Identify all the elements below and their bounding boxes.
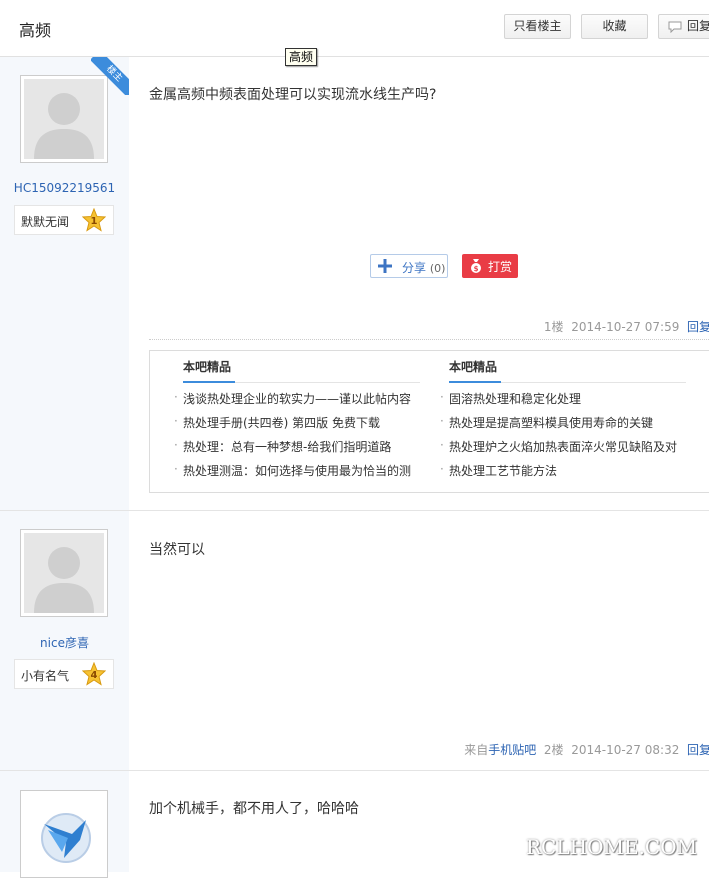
share-button[interactable]: 分享 (0) (370, 254, 448, 278)
plus-icon (378, 259, 392, 273)
title-tooltip: 高频 (285, 48, 318, 66)
featured-heading: 本吧精品 (183, 360, 232, 374)
post-content: 当然可以 (149, 542, 205, 558)
reply-link[interactable]: 回复 (687, 320, 709, 334)
heading-underline (449, 381, 501, 383)
featured-heading: 本吧精品 (449, 360, 498, 374)
reply-link[interactable]: 回复 (687, 743, 709, 757)
thread-title: 高频 (19, 21, 52, 40)
avatar[interactable] (20, 529, 108, 617)
thread-header: 高频 只看楼主 收藏 回复 (0, 0, 709, 57)
default-avatar-icon (24, 533, 104, 613)
level-star-icon: 1 (82, 208, 106, 232)
divider (149, 339, 709, 340)
floor-number: 1楼 (543, 320, 564, 334)
reward-button[interactable]: $ 打赏 (462, 254, 518, 278)
op-badge-label: 楼主 (91, 57, 129, 95)
post-meta-2: 来自手机贴吧 2楼 2014-10-27 08:32 回复 (464, 741, 709, 758)
share-label: 分享 (402, 261, 427, 275)
author-sidebar: HC15092219561 默默无闻 1 (0, 57, 129, 510)
post-content: 加个机械手，都不用人了，哈哈哈 (149, 801, 359, 817)
featured-item[interactable]: 浅谈热处理企业的软实力——谨以此帖内容 (174, 390, 411, 407)
level-name: 默默无闻 (21, 215, 70, 229)
author-sidebar (0, 771, 129, 878)
author-sidebar: nice彦喜 小有名气 4 (0, 511, 129, 770)
featured-item[interactable]: 热处理炉之火焰加热表面淬火常见缺陷及对 (440, 438, 677, 455)
level-name: 小有名气 (21, 669, 70, 683)
post-meta-1: 1楼 2014-10-27 07:59 回复 (544, 318, 709, 335)
share-count: (0) (429, 262, 446, 275)
post-time: 2014-10-27 08:32 (571, 743, 680, 757)
featured-posts-box: 本吧精品 浅谈热处理企业的软实力——谨以此帖内容 热处理手册(共四卷) 第四版 … (149, 350, 709, 493)
op-corner-badge: 楼主 (91, 57, 129, 95)
user-level-badge[interactable]: 小有名气 4 (14, 659, 114, 689)
money-bag-icon: $ (471, 259, 481, 273)
username-link[interactable]: nice彦喜 (0, 634, 129, 651)
comment-icon (668, 21, 682, 33)
svg-text:4: 4 (91, 670, 98, 681)
level-star-icon: 4 (82, 662, 106, 686)
post-time: 2014-10-27 07:59 (571, 320, 680, 334)
heading-underline (183, 381, 235, 383)
favorite-button[interactable]: 收藏 (581, 14, 648, 39)
user-level-badge[interactable]: 默默无闻 1 (14, 205, 114, 235)
featured-item[interactable]: 热处理手册(共四卷) 第四版 免费下载 (174, 414, 380, 431)
reward-label: 打赏 (488, 260, 513, 274)
svg-text:$: $ (474, 265, 479, 273)
featured-item[interactable]: 热处理测温：如何选择与使用最为恰当的测 (174, 462, 411, 479)
avatar[interactable] (20, 790, 108, 878)
svg-text:1: 1 (91, 216, 98, 227)
featured-item[interactable]: 热处理是提高塑料模具使用寿命的关键 (440, 414, 653, 431)
reply-button[interactable]: 回复 (658, 14, 709, 39)
reply-button-label: 回复 (687, 19, 709, 33)
bird-logo-avatar-icon (41, 813, 91, 863)
username-link[interactable]: HC15092219561 (0, 181, 129, 195)
featured-item[interactable]: 热处理：总有一种梦想-给我们指明道路 (174, 438, 391, 455)
only-op-button[interactable]: 只看楼主 (504, 14, 571, 39)
post-floor-2: nice彦喜 小有名气 4 当然可以 来自手机贴吧 2楼 2014-10-27 … (0, 511, 709, 771)
mobile-client-link[interactable]: 手机贴吧 (488, 743, 536, 757)
featured-item[interactable]: 固溶热处理和稳定化处理 (440, 390, 581, 407)
floor-number: 2楼 (543, 743, 564, 757)
source-prefix: 来自 (464, 743, 489, 757)
post-content: 金属高频中频表面处理可以实现流水线生产吗? (149, 87, 437, 103)
featured-item[interactable]: 热处理工艺节能方法 (440, 462, 557, 479)
site-watermark: RCLHOME.COM (526, 835, 698, 859)
